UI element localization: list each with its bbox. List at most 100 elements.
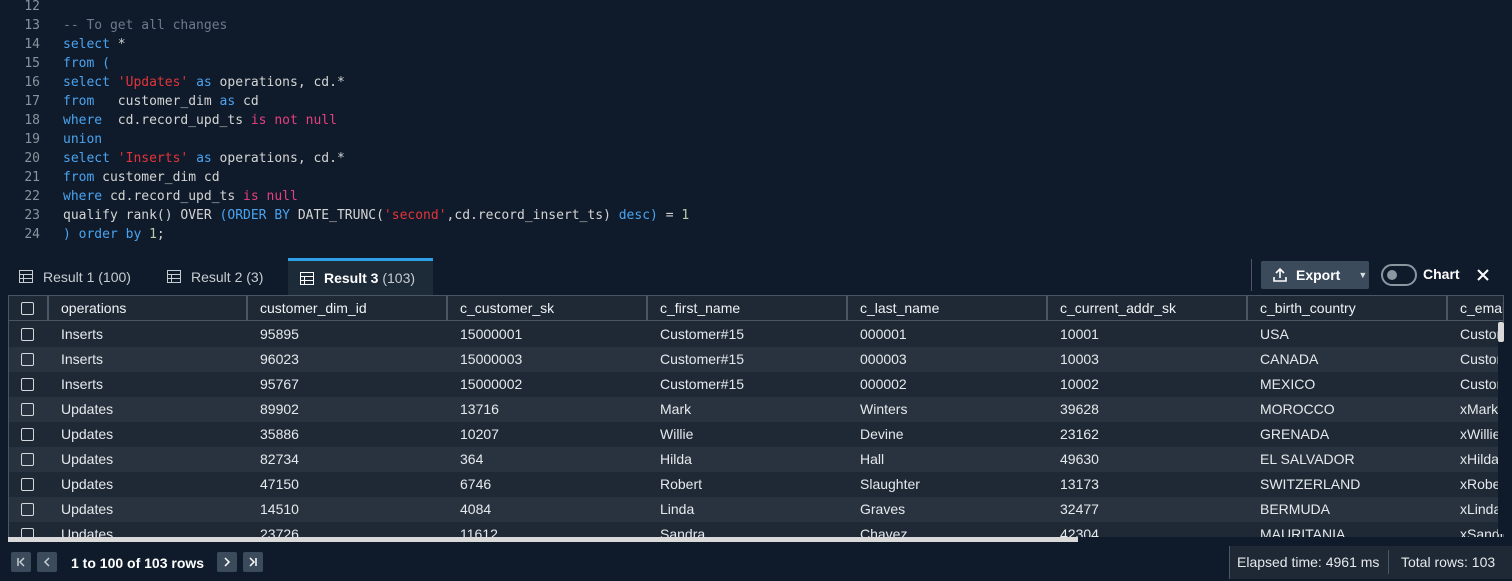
code-line[interactable]: 15 from ( [0,54,1512,73]
vertical-scrollbar[interactable] [1498,322,1504,534]
tab-result-1[interactable]: Result 1 (100) [19,258,154,295]
column-header[interactable]: customer_dim_id [248,296,448,321]
table-cell[interactable]: Customer#15 [648,322,848,347]
code-line[interactable]: 18 where cd.record_upd_ts is not null [0,111,1512,130]
column-header[interactable]: c_customer_sk [448,296,648,321]
column-header[interactable]: c_birth_country [1248,296,1448,321]
code-line[interactable]: 20 select 'Inserts' as operations, cd.* [0,149,1512,168]
code-line[interactable]: 21 from customer_dim cd [0,168,1512,187]
table-cell[interactable]: Robert [648,472,848,497]
code-line[interactable]: 22 where cd.record_upd_ts is null [0,187,1512,206]
table-cell[interactable]: Inserts [49,347,248,372]
next-page-button[interactable] [217,552,237,572]
table-cell[interactable]: 000002 [848,372,1048,397]
tab-result-2[interactable]: Result 2 (3) [167,258,277,295]
table-cell[interactable]: Mark [648,397,848,422]
table-cell[interactable]: 10002 [1048,372,1248,397]
table-cell[interactable]: xHilda [1448,447,1503,472]
table-cell[interactable]: Updates [49,472,248,497]
select-all-checkbox[interactable] [21,302,34,315]
prev-page-button[interactable] [37,552,57,572]
table-cell[interactable]: 96023 [248,347,448,372]
table-cell[interactable]: 10001 [1048,322,1248,347]
code-line[interactable]: 17 from customer_dim as cd [0,92,1512,111]
table-cell[interactable]: Inserts [49,372,248,397]
table-row[interactable]: Updates 47150 6746 Robert Slaughter 13173 SWIT… [9,472,1503,497]
table-cell[interactable]: 82734 [248,447,448,472]
table-row[interactable]: Inserts 95767 15000002 Customer#15 000002 100… [9,372,1503,397]
table-cell[interactable]: 35886 [248,422,448,447]
table-cell[interactable]: xRobert [1448,472,1503,497]
table-cell[interactable]: 364 [448,447,648,472]
table-cell[interactable]: MEXICO [1248,372,1448,397]
row-checkbox[interactable] [21,428,34,441]
table-row[interactable]: Inserts 96023 15000003 Customer#15 000003 100… [9,347,1503,372]
table-cell[interactable]: Customer [1448,322,1503,347]
row-checkbox[interactable] [21,453,34,466]
column-header[interactable]: c_current_addr_sk [1048,296,1248,321]
code-line[interactable]: 16 select 'Updates' as operations, cd.* [0,73,1512,92]
table-cell[interactable]: Winters [848,397,1048,422]
row-checkbox[interactable] [21,503,34,516]
table-cell[interactable]: Customer [1448,372,1503,397]
table-cell[interactable]: 89902 [248,397,448,422]
table-cell[interactable]: SWITZERLAND [1248,472,1448,497]
code-line[interactable]: 24) order by 1; [0,225,1512,244]
table-cell[interactable]: CANADA [1248,347,1448,372]
first-page-button[interactable] [11,552,31,572]
table-cell[interactable]: 6746 [448,472,648,497]
close-icon[interactable] [1472,264,1494,286]
table-cell[interactable]: Customer#15 [648,347,848,372]
sql-editor[interactable]: 12 13 -- To get all changes 14 select * 15 fro… [0,0,1512,258]
table-row[interactable]: Updates 14510 4084 Linda Graves 32477 BERMUDA x… [9,497,1503,522]
table-cell[interactable]: 49630 [1048,447,1248,472]
table-cell[interactable]: 32477 [1048,497,1248,522]
scroll-thumb[interactable] [1498,322,1504,342]
export-button[interactable]: Export ▼ [1261,261,1369,289]
table-cell[interactable]: Hilda [648,447,848,472]
table-cell[interactable]: 15000003 [448,347,648,372]
table-cell[interactable]: Devine [848,422,1048,447]
table-cell[interactable]: BERMUDA [1248,497,1448,522]
table-cell[interactable]: Slaughter [848,472,1048,497]
table-cell[interactable]: 13716 [448,397,648,422]
table-cell[interactable]: USA [1248,322,1448,347]
table-cell[interactable]: xLinda [1448,497,1503,522]
table-cell[interactable]: 47150 [248,472,448,497]
table-cell[interactable]: Customer#15 [648,372,848,397]
table-cell[interactable]: 23162 [1048,422,1248,447]
table-cell[interactable]: 15000001 [448,322,648,347]
table-cell[interactable]: 95895 [248,322,448,347]
table-cell[interactable]: Updates [49,397,248,422]
table-row[interactable]: Inserts 95895 15000001 Customer#15 000001 100… [9,322,1503,347]
scroll-thumb[interactable] [8,537,1078,542]
row-checkbox[interactable] [21,403,34,416]
chart-toggle[interactable] [1381,264,1417,286]
column-header[interactable]: c_email [1448,296,1503,321]
table-row[interactable]: Updates 35886 10207 Willie Devine 23162 GRENAD… [9,422,1503,447]
column-header[interactable]: operations [49,296,248,321]
table-cell[interactable]: MOROCCO [1248,397,1448,422]
row-checkbox[interactable] [21,353,34,366]
last-page-button[interactable] [243,552,263,572]
row-checkbox[interactable] [21,478,34,491]
table-cell[interactable]: 10003 [1048,347,1248,372]
code-line[interactable]: 23 qualify rank() OVER (ORDER BY DATE_TRU… [0,206,1512,225]
column-header[interactable]: c_first_name [648,296,848,321]
table-row[interactable]: Updates 82734 364 Hilda Hall 49630 EL SALVADOR… [9,447,1503,472]
table-cell[interactable]: Updates [49,497,248,522]
horizontal-scrollbar[interactable] [8,537,1504,542]
table-cell[interactable]: 13173 [1048,472,1248,497]
table-cell[interactable]: 4084 [448,497,648,522]
code-line[interactable]: 14 select * [0,35,1512,54]
table-cell[interactable]: xMark [1448,397,1503,422]
code-line[interactable]: 19 union [0,130,1512,149]
table-cell[interactable]: Updates [49,447,248,472]
table-cell[interactable]: EL SALVADOR [1248,447,1448,472]
table-cell[interactable]: Willie [648,422,848,447]
code-line[interactable]: 12 [0,0,1512,16]
table-cell[interactable]: Inserts [49,322,248,347]
row-checkbox[interactable] [21,328,34,341]
table-row[interactable]: Updates 89902 13716 Mark Winters 39628 MOROCCO… [9,397,1503,422]
table-cell[interactable]: 000003 [848,347,1048,372]
